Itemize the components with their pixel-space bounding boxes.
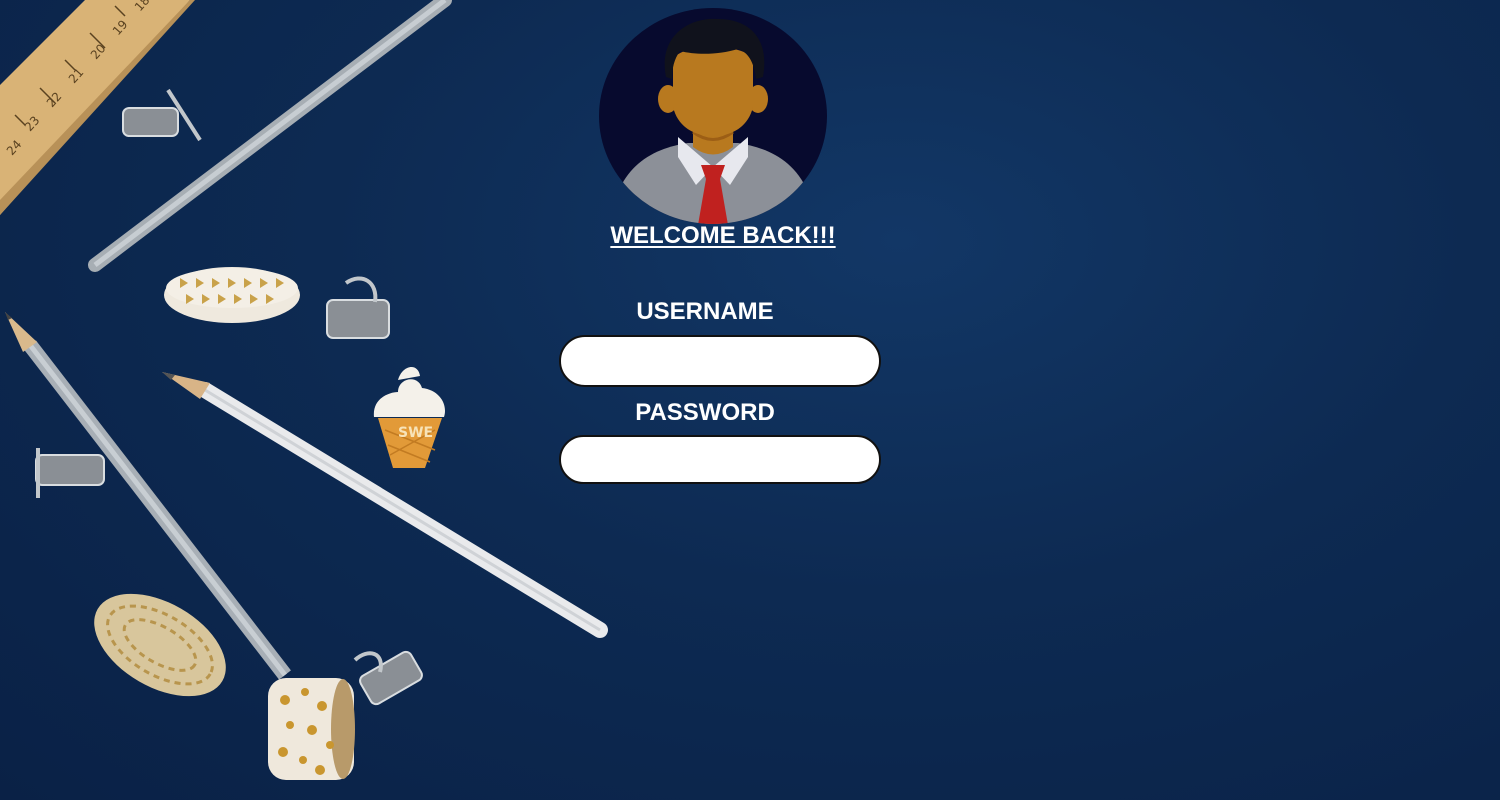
binder-clip (326, 276, 390, 339)
password-label: PASSWORD (635, 399, 775, 426)
binder-clip (122, 88, 202, 142)
username-input[interactable] (559, 335, 881, 387)
binder-clip (353, 650, 423, 706)
user-avatar-icon (599, 8, 827, 224)
user-avatar (598, 7, 828, 225)
ice-cream-eraser: SWE (373, 366, 446, 468)
username-label: USERNAME (636, 298, 774, 325)
welcome-heading: WELCOME BACK!!! (610, 222, 836, 249)
binder-clip (35, 448, 105, 498)
ice-cream-text: SWE (398, 425, 433, 441)
password-input[interactable] (559, 435, 881, 484)
tape-roll-dots (268, 678, 355, 780)
tape-roll-arrows (164, 267, 300, 323)
